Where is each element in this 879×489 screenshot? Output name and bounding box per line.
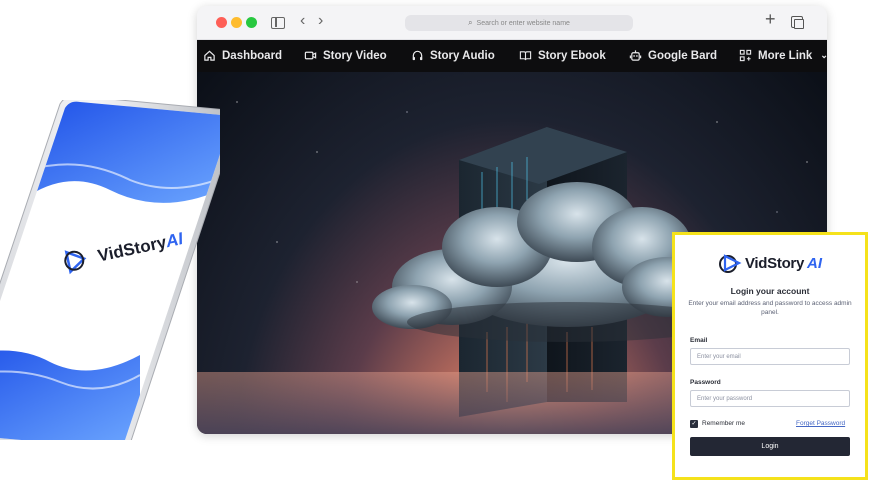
- video-icon: [304, 51, 317, 60]
- email-field[interactable]: Enter your email: [690, 348, 850, 365]
- tab-overview-icon[interactable]: [791, 16, 804, 29]
- book-icon: [519, 51, 532, 61]
- nav-story-video[interactable]: Story Video: [304, 49, 387, 62]
- address-bar-placeholder: Search or enter website name: [476, 19, 570, 27]
- nav-story-audio[interactable]: Story Audio: [411, 49, 495, 62]
- password-field[interactable]: Enter your password: [690, 390, 850, 407]
- phone-mockup: [0, 100, 220, 440]
- login-title: Login your account: [730, 286, 810, 296]
- nav-story-audio-label: Story Audio: [430, 49, 495, 62]
- grid-icon: [739, 49, 752, 62]
- vidstory-logo-icon: [719, 254, 742, 273]
- nav-dashboard[interactable]: Dashboard: [203, 49, 282, 62]
- forward-arrow-icon[interactable]: ›: [318, 13, 323, 29]
- sidebar-toggle-icon[interactable]: [271, 17, 285, 29]
- address-bar[interactable]: ⌕ Search or enter website name: [405, 15, 633, 31]
- login-logo-ai: AI: [807, 254, 823, 272]
- email-placeholder: Enter your email: [697, 353, 741, 360]
- minimize-window-button[interactable]: [231, 17, 242, 28]
- email-label: Email: [690, 337, 708, 344]
- nav-google-bard-label: Google Bard: [648, 49, 718, 62]
- chevron-down-icon: ⌄: [820, 50, 827, 60]
- remember-me-checkbox[interactable]: ✓: [690, 420, 698, 428]
- back-arrow-icon[interactable]: ‹: [300, 13, 305, 29]
- close-window-button[interactable]: [216, 17, 227, 28]
- password-label: Password: [690, 379, 721, 386]
- login-panel: VidStory AI Login your account Enter your…: [672, 232, 868, 480]
- nav-more-link-label: More Link: [758, 49, 813, 62]
- nav-more-link[interactable]: More Link ⌄: [739, 49, 827, 62]
- home-icon: [204, 50, 215, 61]
- maximize-window-button[interactable]: [246, 17, 257, 28]
- login-button-label: Login: [761, 443, 779, 450]
- headphones-icon: [412, 50, 423, 61]
- browser-titlebar: ‹ › ⌕ Search or enter website name +: [197, 6, 827, 40]
- login-logo-text: VidStory: [745, 254, 805, 272]
- login-subtitle: Enter your email address and password to…: [688, 300, 852, 316]
- search-icon: ⌕: [468, 18, 473, 27]
- login-logo: VidStory AI: [718, 253, 822, 273]
- remember-me-label: Remember me: [702, 420, 745, 427]
- nav-dashboard-label: Dashboard: [222, 49, 283, 62]
- new-tab-icon[interactable]: +: [765, 10, 776, 28]
- forget-password-link[interactable]: Forget Password: [796, 420, 845, 427]
- nav-story-ebook[interactable]: Story Ebook: [519, 49, 606, 62]
- phone-brand-ai: AI: [164, 228, 185, 252]
- stage: ‹ › ⌕ Search or enter website name + Das…: [0, 0, 879, 489]
- robot-icon: [629, 50, 642, 61]
- login-button[interactable]: Login: [690, 437, 850, 456]
- nav-story-video-label: Story Video: [323, 49, 387, 62]
- nav-google-bard[interactable]: Google Bard: [629, 49, 717, 62]
- password-placeholder: Enter your password: [697, 395, 753, 402]
- nav-story-ebook-label: Story Ebook: [538, 49, 606, 62]
- app-navbar: Dashboard Story Video Story Audio Story …: [197, 40, 827, 72]
